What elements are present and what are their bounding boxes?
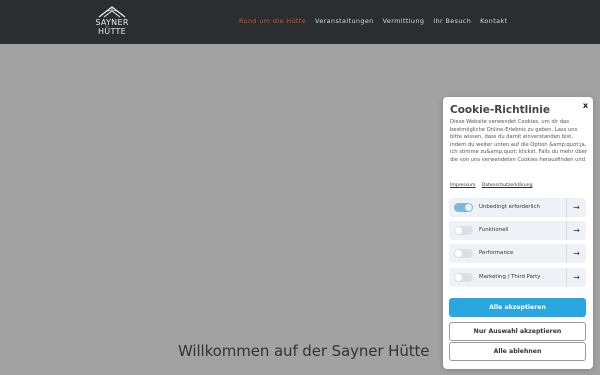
- nav-item-rund-um-die-huette[interactable]: Rund um die Hütte: [239, 17, 306, 25]
- arrow-right-icon[interactable]: →: [566, 198, 586, 217]
- close-icon[interactable]: x: [583, 101, 588, 110]
- nav-item-kontakt[interactable]: Kontakt: [480, 17, 507, 25]
- cookie-category-label: Performance: [479, 250, 514, 256]
- accept-selection-button[interactable]: Nur Auswahl akzeptieren: [449, 322, 586, 341]
- cookie-category-functional: Funktionell →: [449, 221, 586, 240]
- cookie-dialog-links: Impressum Datenschutzerklärung: [450, 183, 533, 188]
- site-header: SAYNER HÜTTE Rund um die Hütte Veranstal…: [0, 0, 600, 44]
- cookie-category-label: Unbedingt erforderlich: [479, 204, 540, 210]
- site-logo[interactable]: SAYNER HÜTTE: [94, 5, 130, 39]
- toggle-necessary[interactable]: [454, 203, 473, 212]
- toggle-performance[interactable]: [454, 249, 473, 258]
- cookie-category-label: Funktionell: [479, 227, 509, 233]
- privacy-policy-link[interactable]: Datenschutzerklärung: [482, 183, 533, 188]
- accept-all-button[interactable]: Alle akzeptieren: [449, 298, 586, 317]
- nav-item-veranstaltungen[interactable]: Veranstaltungen: [315, 17, 374, 25]
- toggle-marketing[interactable]: [454, 273, 473, 282]
- arrow-right-icon[interactable]: →: [566, 244, 586, 263]
- cookie-category-label: Marketing / Third Party: [479, 274, 541, 280]
- nav-item-vermittlung[interactable]: Vermittlung: [383, 17, 425, 25]
- main-nav: Rund um die Hütte Veranstaltungen Vermit…: [239, 17, 507, 25]
- cookie-dialog-title: Cookie-Richtlinie: [450, 104, 550, 116]
- hero-title: Willkommen auf der Sayner Hütte: [178, 342, 430, 360]
- reject-all-button[interactable]: Alle ablehnen: [449, 342, 586, 361]
- cookie-dialog-text: Diese Website verwendet Cookies, um dir …: [450, 119, 588, 163]
- cookie-category-marketing: Marketing / Third Party →: [449, 268, 586, 287]
- arrow-right-icon[interactable]: →: [566, 221, 586, 240]
- logo-text-line2: HÜTTE: [97, 27, 127, 36]
- arrow-right-icon[interactable]: →: [566, 268, 586, 287]
- toggle-functional[interactable]: [454, 226, 473, 235]
- hut-roof-icon: [98, 6, 126, 18]
- cookie-category-performance: Performance →: [449, 244, 586, 263]
- cookie-category-necessary: Unbedingt erforderlich →: [449, 198, 586, 217]
- nav-item-ihr-besuch[interactable]: Ihr Besuch: [433, 17, 471, 25]
- impressum-link[interactable]: Impressum: [450, 183, 476, 188]
- logo-text-line1: SAYNER: [95, 18, 129, 27]
